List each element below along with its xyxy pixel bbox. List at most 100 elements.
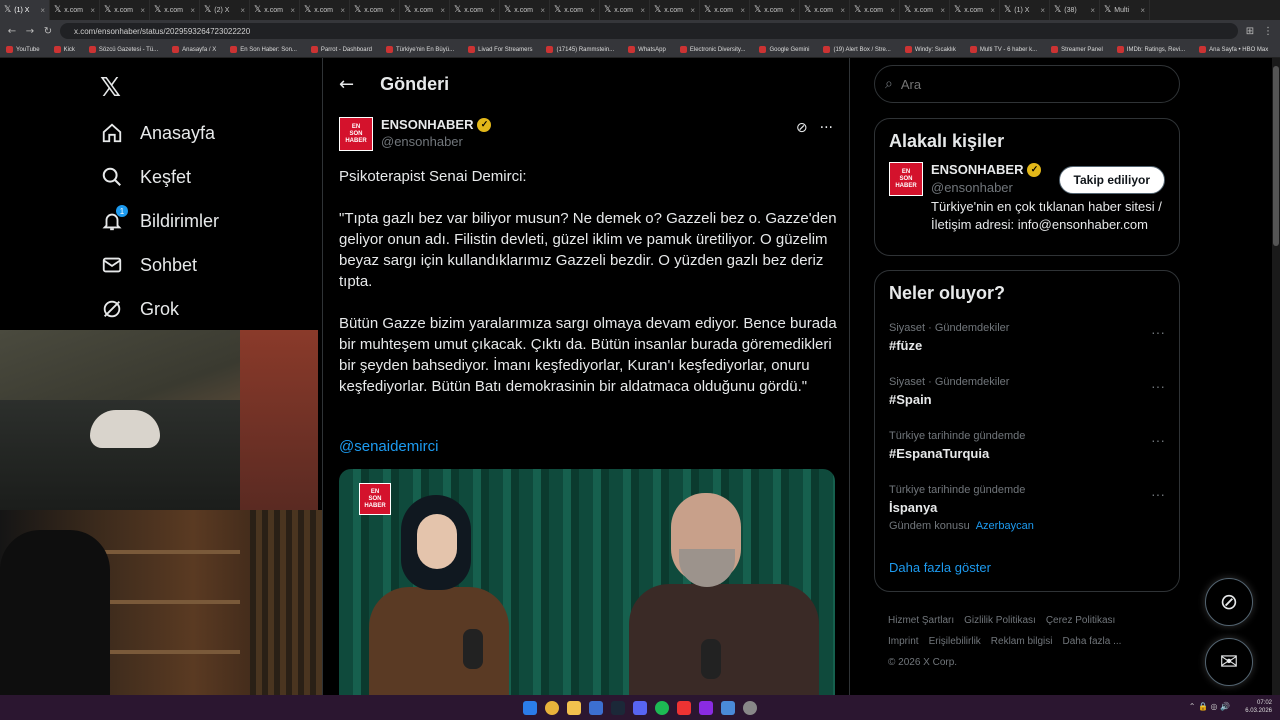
close-tab-icon[interactable]: × (140, 6, 145, 15)
bookmark-item[interactable]: WhatsApp (628, 46, 666, 53)
mention-link[interactable]: @senaidemirci (339, 438, 438, 455)
close-tab-icon[interactable]: × (540, 6, 545, 15)
scrollbar[interactable] (1272, 58, 1280, 695)
footer-link[interactable]: Reklam bilgisi (991, 636, 1053, 647)
app-icon[interactable] (743, 700, 757, 715)
close-tab-icon[interactable]: × (840, 6, 845, 15)
x-logo-icon[interactable]: 𝕏 (100, 73, 121, 103)
nav-item-anasayfa[interactable]: Anasayfa (100, 121, 215, 145)
spotify-icon[interactable] (655, 700, 669, 715)
search-box[interactable]: ⌕ (874, 65, 1180, 103)
trend-item[interactable]: Türkiye tarihinde gündemde İspanya ··· Günd… (875, 482, 1179, 544)
close-tab-icon[interactable]: × (390, 6, 395, 15)
bookmark-item[interactable]: (17145) Rammstein... (546, 46, 614, 53)
chrome-icon[interactable] (545, 700, 559, 715)
browser-tab[interactable]: 𝕏x.com × (450, 0, 500, 20)
messages-fab-icon[interactable]: ✉ (1205, 638, 1253, 686)
close-tab-icon[interactable]: × (490, 6, 495, 15)
bookmark-item[interactable]: Streamer Panel (1051, 46, 1103, 53)
close-tab-icon[interactable]: × (290, 6, 295, 15)
close-tab-icon[interactable]: × (190, 6, 195, 15)
extensions-icon[interactable]: ⊞ (1244, 26, 1256, 37)
browser-tab[interactable]: 𝕏x.com × (600, 0, 650, 20)
close-tab-icon[interactable]: × (890, 6, 895, 15)
footer-link[interactable]: Hizmet Şartları (888, 615, 954, 626)
bookmark-item[interactable]: Google Gemini (759, 46, 809, 53)
back-icon[interactable]: ← (339, 74, 354, 95)
bookmark-item[interactable]: Türkiye'nin En Büyü... (385, 46, 454, 53)
avatar[interactable]: EN SON HABER (889, 162, 923, 196)
bookmark-item[interactable]: Ana Sayfa • HBO Max (1199, 46, 1268, 53)
author-name[interactable]: ENSONHABER ✓ (381, 117, 492, 132)
browser-tab[interactable]: 𝕏x.com × (50, 0, 100, 20)
close-tab-icon[interactable]: × (790, 6, 795, 15)
browser-tab[interactable]: 𝕏x.com × (650, 0, 700, 20)
grok-fab-icon[interactable]: ⊘ (1205, 578, 1253, 626)
bookmark-item[interactable]: Electronic Diversity... (679, 46, 745, 53)
close-tab-icon[interactable]: × (640, 6, 645, 15)
more-options-icon[interactable]: ··· (1151, 378, 1165, 394)
nav-item-bildirimler[interactable]: 1 Bildirimler (100, 205, 219, 233)
more-options-icon[interactable]: ··· (1151, 324, 1165, 340)
nav-item-sohbet[interactable]: Sohbet (100, 253, 197, 277)
nav-item-grok[interactable]: Grok (100, 297, 179, 321)
reload-icon[interactable]: ↻ (42, 26, 54, 37)
trend-item[interactable]: Siyaset · Gündemdekiler #Spain ··· (875, 374, 1179, 428)
close-tab-icon[interactable]: × (740, 6, 745, 15)
app-icon[interactable] (721, 700, 735, 715)
browser-tab[interactable]: 𝕏 (1) X × (1000, 0, 1050, 20)
browser-tab[interactable]: 𝕏 (1) X × (0, 0, 50, 20)
clock[interactable]: 07:02 6.03.2026 (1245, 699, 1272, 715)
more-options-icon[interactable]: ··· (820, 120, 833, 136)
trend-item[interactable]: Türkiye tarihinde gündemde #EspanaTurquia… (875, 428, 1179, 482)
browser-tab[interactable]: 𝕏x.com × (150, 0, 200, 20)
close-tab-icon[interactable]: × (590, 6, 595, 15)
app-icon[interactable] (677, 700, 691, 715)
steam-icon[interactable] (611, 700, 625, 715)
more-options-icon[interactable]: ··· (1151, 486, 1165, 502)
bookmark-item[interactable]: En Son Haber: Son... (230, 46, 297, 53)
browser-tab[interactable]: 𝕏 (38) × (1050, 0, 1100, 20)
close-tab-icon[interactable]: × (990, 6, 995, 15)
show-more-link[interactable]: Daha fazla göster (875, 560, 1179, 575)
browser-tab[interactable]: 𝕏x.com × (850, 0, 900, 20)
footer-link[interactable]: Erişilebilirlik (929, 636, 981, 647)
bookmark-item[interactable]: Parrot - Dashboard (310, 46, 372, 53)
forward-arrow-icon[interactable]: → (24, 26, 36, 37)
close-tab-icon[interactable]: × (440, 6, 445, 15)
browser-tab[interactable]: 𝕏x.com × (500, 0, 550, 20)
system-tray-icons[interactable]: ⌃ 🔒 ◎ 🔊 (1189, 702, 1230, 711)
post-video[interactable]: EN SON HABER (339, 469, 835, 695)
following-button[interactable]: Takip ediliyor (1058, 166, 1165, 194)
nav-item-keşfet[interactable]: Keşfet (100, 165, 191, 189)
bookmark-item[interactable]: (19) Alert Box / Stre... (823, 46, 891, 53)
avatar[interactable]: EN SON HABER (339, 117, 373, 151)
subtopic-link[interactable]: Azerbaycan (976, 520, 1034, 532)
browser-tab[interactable]: 𝕏x.com × (700, 0, 750, 20)
trend-item[interactable]: Siyaset · Gündemdekiler #füze ··· (875, 320, 1179, 374)
bookmark-item[interactable]: Sözcü Gazetesi - Tü... (88, 46, 158, 53)
app-icon[interactable] (699, 700, 713, 715)
close-tab-icon[interactable]: × (690, 6, 695, 15)
close-tab-icon[interactable]: × (940, 6, 945, 15)
footer-link[interactable]: Gizlilik Politikası (964, 615, 1036, 626)
close-tab-icon[interactable]: × (1090, 6, 1095, 15)
bookmark-item[interactable]: Kick (53, 46, 75, 53)
browser-tab[interactable]: 𝕏x.com × (550, 0, 600, 20)
start-icon[interactable] (523, 700, 537, 715)
browser-tab[interactable]: 𝕏x.com × (900, 0, 950, 20)
bookmark-item[interactable]: Windy: Sıcaklık (904, 46, 956, 53)
browser-tab[interactable]: 𝕏x.com × (400, 0, 450, 20)
browser-tab[interactable]: 𝕏x.com × (100, 0, 150, 20)
browser-tab[interactable]: 𝕏x.com × (250, 0, 300, 20)
discord-icon[interactable] (633, 700, 647, 715)
close-tab-icon[interactable]: × (1040, 6, 1045, 15)
author-handle[interactable]: @ensonhaber (381, 134, 491, 149)
footer-link[interactable]: Çerez Politikası (1046, 615, 1115, 626)
close-tab-icon[interactable]: × (240, 6, 245, 15)
browser-tab[interactable]: 𝕏 (2) X × (200, 0, 250, 20)
close-tab-icon[interactable]: × (1140, 6, 1145, 15)
folder-icon[interactable] (567, 700, 581, 715)
browser-tab[interactable]: 𝕏x.com × (300, 0, 350, 20)
browser-tab[interactable]: 𝕏x.com × (350, 0, 400, 20)
